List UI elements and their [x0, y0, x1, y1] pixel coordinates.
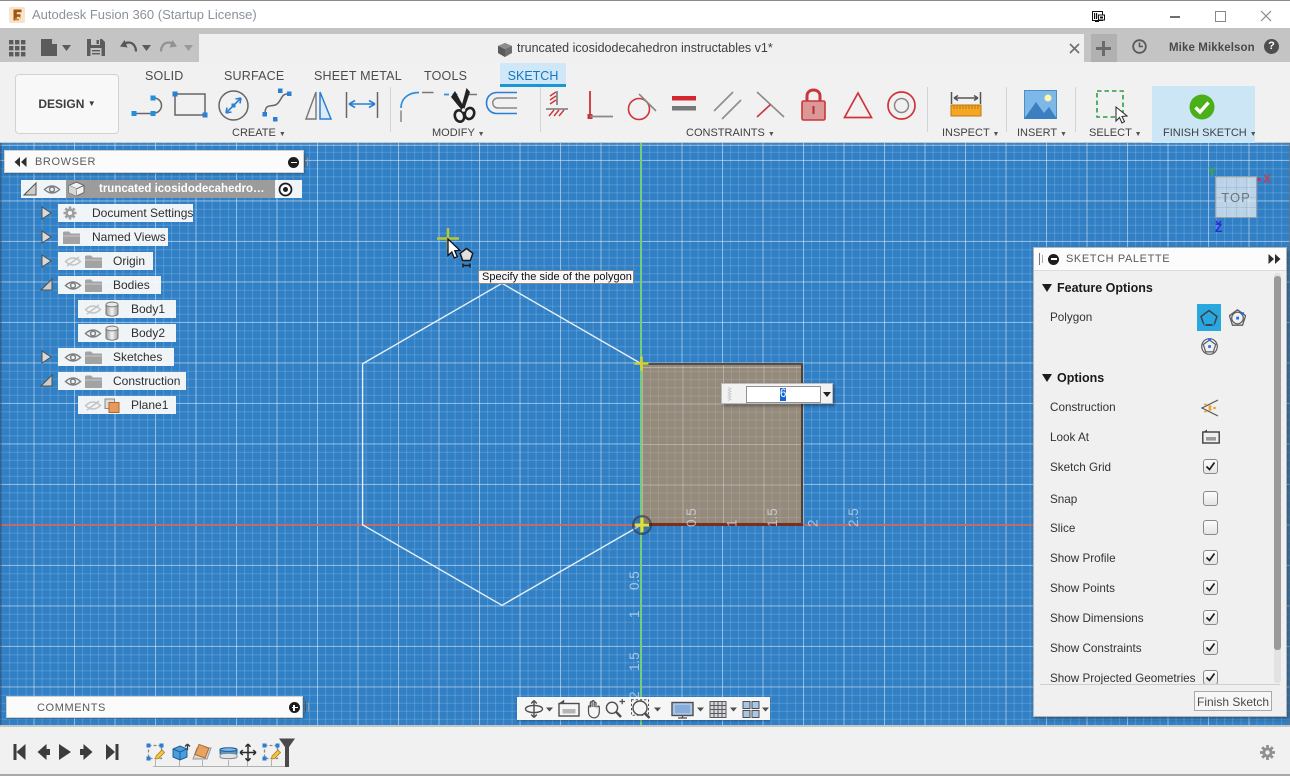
svg-text:Y: Y: [1208, 165, 1216, 179]
svg-text:0.5: 0.5: [627, 571, 642, 590]
svg-text:1: 1: [725, 519, 740, 527]
svg-text:0.5: 0.5: [684, 508, 699, 527]
svg-text:1.5: 1.5: [765, 508, 780, 527]
svg-text:2: 2: [806, 519, 821, 527]
svg-text:1.5: 1.5: [627, 652, 642, 671]
svg-text:X: X: [1263, 172, 1271, 186]
svg-text:2.5: 2.5: [846, 508, 861, 527]
svg-text:1: 1: [627, 610, 642, 618]
